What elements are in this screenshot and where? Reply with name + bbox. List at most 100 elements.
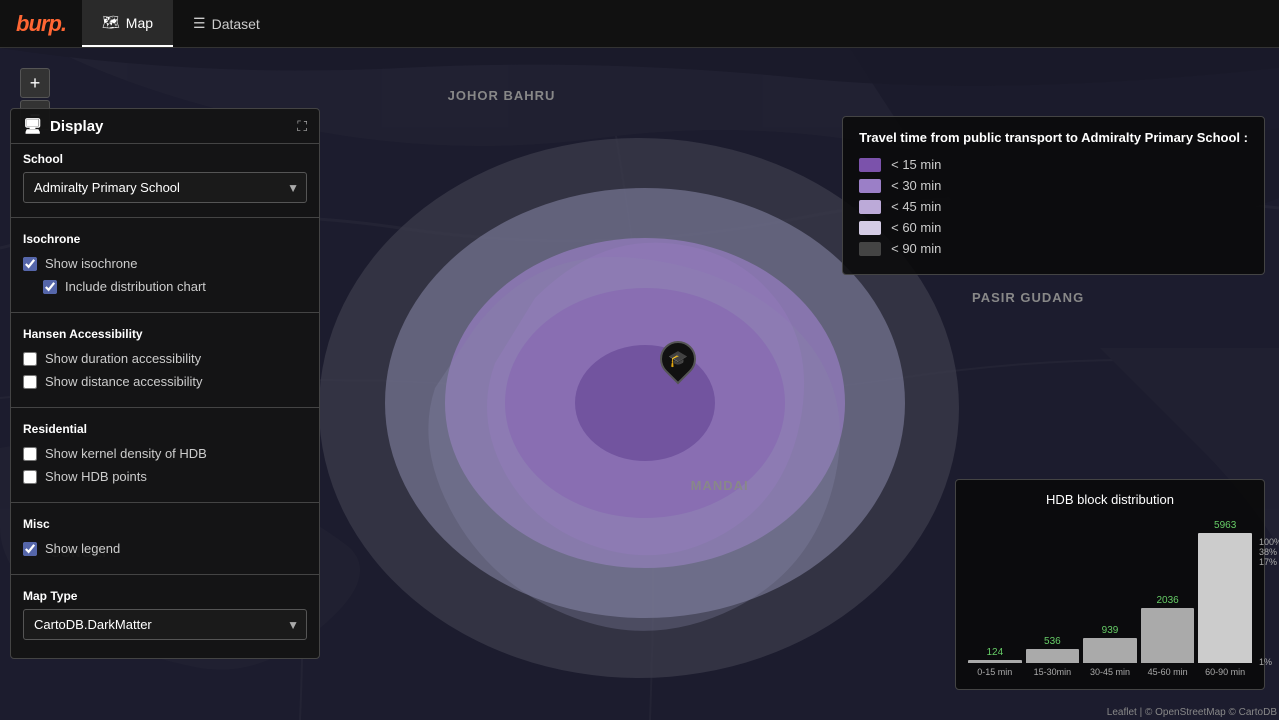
show-kernel-checkbox[interactable] (23, 447, 37, 461)
legend-item-60: < 60 min (859, 220, 1248, 235)
zoom-in-button[interactable]: + (20, 68, 50, 98)
tab-dataset-label: Dataset (212, 16, 260, 32)
isochrone-section: Isochrone Show isochrone Include distrib… (11, 224, 319, 306)
bar-label-30-45: 30-45 min (1090, 667, 1130, 677)
legend-item-45: < 45 min (859, 199, 1248, 214)
bar-group-15-30: 536 15-30min (1026, 636, 1080, 677)
bar-value-0-15: 124 (986, 647, 1003, 658)
attribution: Leaflet | © OpenStreetMap © CartoDB (1107, 707, 1277, 718)
legend-label-60: < 60 min (891, 220, 941, 235)
show-distance-row[interactable]: Show distance accessibility (23, 370, 307, 393)
show-isochrone-row[interactable]: Show isochrone (23, 252, 307, 275)
y-label-1: 1% (1259, 657, 1279, 667)
school-section: School Admiralty Primary School ▼ (11, 144, 319, 211)
hansen-section: Hansen Accessibility Show duration acces… (11, 319, 319, 401)
display-icon: 🖥 (23, 117, 42, 135)
divider-5 (11, 574, 319, 575)
divider-2 (11, 312, 319, 313)
show-distance-checkbox[interactable] (23, 375, 37, 389)
bar-value-60-90: 5963 (1214, 520, 1236, 531)
map-type-dropdown-wrapper: CartoDB.DarkMatter OpenStreetMap Satelli… (23, 609, 307, 640)
show-duration-checkbox[interactable] (23, 352, 37, 366)
tab-map[interactable]: 🗺 Map (82, 0, 173, 47)
y-axis: 100% 38% 17% 1% (1259, 537, 1279, 667)
show-legend-checkbox[interactable] (23, 542, 37, 556)
tab-dataset[interactable]: ☰ Dataset (173, 0, 280, 47)
map-type-dropdown[interactable]: CartoDB.DarkMatter OpenStreetMap Satelli… (23, 609, 307, 640)
bar-group-30-45: 939 30-45 min (1083, 625, 1137, 677)
map-container[interactable]: JOHOR BAHRU PASIR GUDANG MANDAI SUNGEI 🎓… (0, 48, 1279, 720)
bar-15-30 (1026, 649, 1080, 663)
include-distribution-checkbox[interactable] (43, 280, 57, 294)
legend-color-60 (859, 221, 881, 235)
school-dropdown-wrapper: Admiralty Primary School ▼ (23, 172, 307, 203)
show-isochrone-checkbox[interactable] (23, 257, 37, 271)
display-panel: 🖥 Display ⛶ School Admiralty Primary Sch… (10, 108, 320, 659)
show-legend-row[interactable]: Show legend (23, 537, 307, 560)
chart-area: 124 0-15 min 536 15-30min 939 30-45 min (968, 517, 1252, 677)
misc-section: Misc Show legend (11, 509, 319, 568)
legend-panel: Travel time from public transport to Adm… (842, 116, 1265, 275)
misc-label: Misc (23, 517, 307, 531)
y-label-100: 100% (1259, 537, 1279, 547)
school-label: School (23, 152, 307, 166)
show-hdb-label: Show HDB points (45, 469, 147, 484)
chart-title: HDB block distribution (968, 492, 1252, 507)
bar-label-15-30: 15-30min (1034, 667, 1072, 677)
bar-group-60-90: 5963 60-90 min (1198, 520, 1252, 677)
divider-1 (11, 217, 319, 218)
legend-title: Travel time from public transport to Adm… (859, 129, 1248, 147)
y-label-38: 38% (1259, 547, 1279, 557)
show-kernel-label: Show kernel density of HDB (45, 446, 207, 461)
bar-30-45 (1083, 638, 1137, 663)
legend-label-15: < 15 min (891, 157, 941, 172)
bar-label-60-90: 60-90 min (1205, 667, 1245, 677)
show-legend-label: Show legend (45, 541, 120, 556)
legend-label-30: < 30 min (891, 178, 941, 193)
map-type-label: Map Type (23, 589, 307, 603)
show-duration-row[interactable]: Show duration accessibility (23, 347, 307, 370)
show-hdb-checkbox[interactable] (23, 470, 37, 484)
legend-color-45 (859, 200, 881, 214)
show-hdb-row[interactable]: Show HDB points (23, 465, 307, 488)
expand-icon[interactable]: ⛶ (297, 118, 307, 135)
legend-label-45: < 45 min (891, 199, 941, 214)
include-distribution-row[interactable]: Include distribution chart (23, 275, 307, 298)
app-logo: burp. (0, 11, 82, 37)
legend-item-15: < 15 min (859, 157, 1248, 172)
panel-header: 🖥 Display ⛶ (11, 109, 319, 144)
chart-panel: HDB block distribution 124 0-15 min 536 … (955, 479, 1265, 690)
bar-value-30-45: 939 (1102, 625, 1119, 636)
divider-3 (11, 407, 319, 408)
app-header: burp. 🗺 Map ☰ Dataset (0, 0, 1279, 48)
include-distribution-label: Include distribution chart (65, 279, 206, 294)
show-isochrone-label: Show isochrone (45, 256, 138, 271)
legend-color-15 (859, 158, 881, 172)
legend-label-90: < 90 min (891, 241, 941, 256)
bar-60-90 (1198, 533, 1252, 663)
map-icon: 🗺 (102, 14, 120, 31)
chart-wrapper: 124 0-15 min 536 15-30min 939 30-45 min (968, 517, 1252, 677)
bar-group-0-15: 124 0-15 min (968, 647, 1022, 677)
show-kernel-row[interactable]: Show kernel density of HDB (23, 442, 307, 465)
bar-0-15 (968, 660, 1022, 663)
hansen-label: Hansen Accessibility (23, 327, 307, 341)
map-type-section: Map Type CartoDB.DarkMatter OpenStreetMa… (11, 581, 319, 648)
isochrone-label: Isochrone (23, 232, 307, 246)
divider-4 (11, 502, 319, 503)
legend-color-90 (859, 242, 881, 256)
residential-section: Residential Show kernel density of HDB S… (11, 414, 319, 496)
bar-group-45-60: 2036 45-60 min (1141, 595, 1195, 677)
show-distance-label: Show distance accessibility (45, 374, 203, 389)
residential-label: Residential (23, 422, 307, 436)
school-dropdown[interactable]: Admiralty Primary School (23, 172, 307, 203)
bar-45-60 (1141, 608, 1195, 663)
tab-map-label: Map (126, 15, 153, 31)
bar-value-15-30: 536 (1044, 636, 1061, 647)
school-marker: 🎓 (660, 341, 696, 377)
school-icon: 🎓 (668, 349, 688, 369)
y-label-17: 17% (1259, 557, 1279, 567)
panel-title: 🖥 Display (23, 117, 103, 135)
legend-item-90: < 90 min (859, 241, 1248, 256)
show-duration-label: Show duration accessibility (45, 351, 201, 366)
